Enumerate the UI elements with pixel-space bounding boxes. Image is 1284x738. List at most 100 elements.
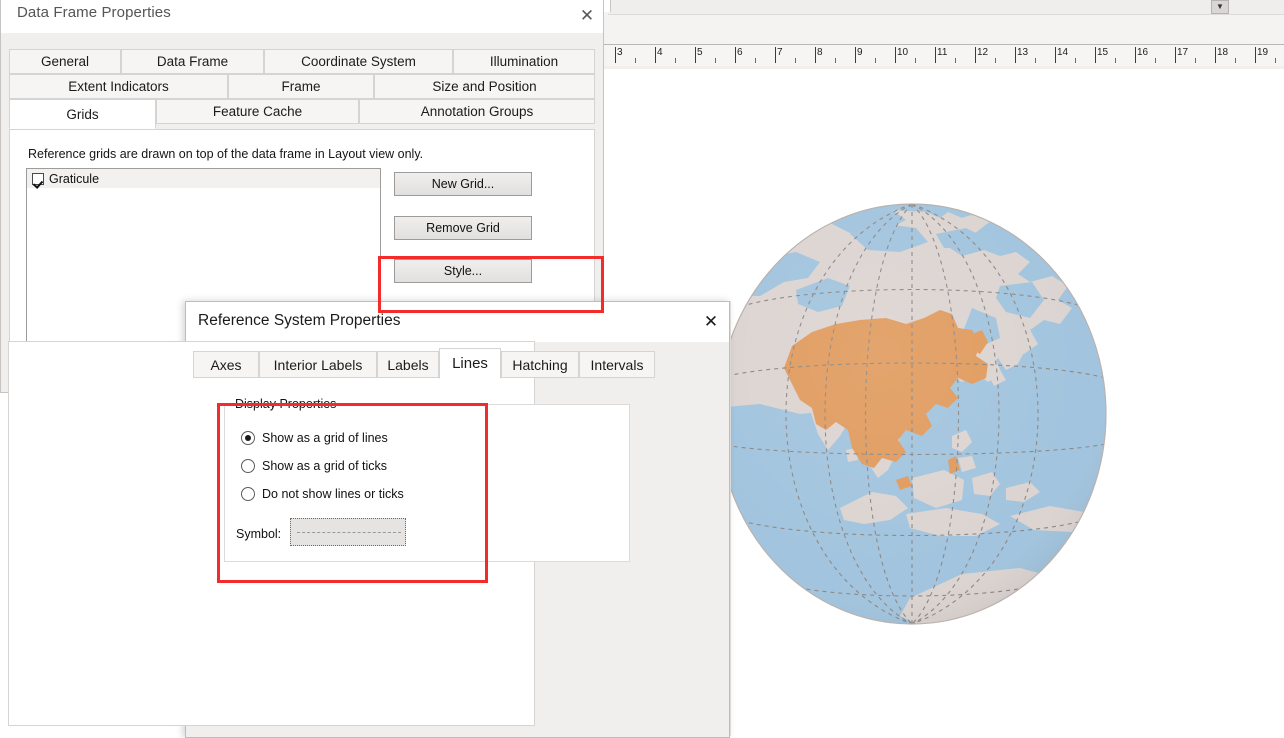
ruler-minor-tick [715, 58, 716, 63]
tab-grids[interactable]: Grids [9, 99, 156, 129]
globe-svg [700, 178, 1120, 658]
dashed-line-icon [297, 532, 401, 533]
radio-show-grid-of-ticks[interactable]: Show as a grid of ticks [241, 459, 387, 473]
ruler-major-tick [895, 47, 896, 63]
remove-grid-button[interactable]: Remove Grid [394, 216, 532, 240]
ruler-major-tick [1175, 47, 1176, 63]
grids-hint-text: Reference grids are drawn on top of the … [28, 147, 423, 161]
radio-icon[interactable] [241, 431, 255, 445]
tab-labels[interactable]: Labels [377, 351, 439, 378]
tab-illumination[interactable]: Illumination [453, 49, 595, 74]
ruler-tick-label: 16 [1137, 47, 1148, 58]
ruler-major-tick [1015, 47, 1016, 63]
ruler-tick-label: 10 [897, 47, 908, 58]
radio-do-not-show-lines-or-ticks[interactable]: Do not show lines or ticks [241, 487, 404, 501]
ruler-major-tick [1135, 47, 1136, 63]
close-icon[interactable]: ✕ [573, 3, 601, 29]
horizontal-ruler[interactable]: 3 4 5 6 7 8 9 10 11 12 13 14 15 16 17 18 19 [604, 44, 1284, 68]
globe-shading [718, 204, 1106, 624]
ruler-minor-tick [635, 58, 636, 63]
ruler-major-tick [655, 47, 656, 63]
ruler-minor-tick [835, 58, 836, 63]
ruler-tick-label: 17 [1177, 47, 1188, 58]
ruler-minor-tick [955, 58, 956, 63]
ruler-tick-label: 12 [977, 47, 988, 58]
new-grid-button[interactable]: New Grid... [394, 172, 532, 196]
ruler-minor-tick [1275, 58, 1276, 63]
ruler-major-tick [855, 47, 856, 63]
ruler-major-tick [615, 47, 616, 63]
list-item[interactable]: Graticule [27, 169, 380, 188]
ruler-major-tick [695, 47, 696, 63]
tab-hatching[interactable]: Hatching [501, 351, 579, 378]
ruler-minor-tick [675, 58, 676, 63]
dialog-title: Reference System Properties [198, 312, 400, 330]
toolbar-grabber[interactable] [604, 0, 611, 12]
ruler-major-tick [815, 47, 816, 63]
ruler-underline [604, 66, 1284, 69]
symbol-preview-button[interactable] [290, 518, 406, 546]
tab-axes[interactable]: Axes [193, 351, 259, 378]
tab-interior-labels[interactable]: Interior Labels [259, 351, 377, 378]
tab-coordinate-system[interactable]: Coordinate System [264, 49, 453, 74]
tab-intervals[interactable]: Intervals [579, 351, 655, 378]
ruler-minor-tick [1075, 58, 1076, 63]
ruler-major-tick [775, 47, 776, 63]
radio-show-grid-of-lines[interactable]: Show as a grid of lines [241, 431, 388, 445]
toolbar-inner-row [608, 0, 1284, 15]
chevron-down-icon[interactable]: ▼ [1211, 0, 1229, 14]
display-properties-group [224, 404, 630, 562]
ruler-minor-tick [915, 58, 916, 63]
symbol-label: Symbol: [236, 527, 281, 541]
ruler-tick-label: 3 [617, 47, 623, 58]
ruler-minor-tick [795, 58, 796, 63]
ruler-tick-label: 7 [777, 47, 783, 58]
ruler-tick-label: 19 [1257, 47, 1268, 58]
ruler-major-tick [975, 47, 976, 63]
tab-frame[interactable]: Frame [228, 74, 374, 99]
ruler-minor-tick [875, 58, 876, 63]
ruler-tick-label: 4 [657, 47, 663, 58]
ruler-tick-label: 15 [1097, 47, 1108, 58]
ruler-minor-tick [1155, 58, 1156, 63]
ruler-minor-tick [1235, 58, 1236, 63]
tab-size-and-position[interactable]: Size and Position [374, 74, 595, 99]
tab-annotation-groups[interactable]: Annotation Groups [359, 99, 595, 124]
ruler-minor-tick [1115, 58, 1116, 63]
close-icon[interactable]: ✕ [698, 310, 724, 334]
ruler-major-tick [935, 47, 936, 63]
radio-icon[interactable] [241, 487, 255, 501]
tab-extent-indicators[interactable]: Extent Indicators [9, 74, 228, 99]
ruler-tick-label: 6 [737, 47, 743, 58]
ruler-major-tick [1095, 47, 1096, 63]
tab-general[interactable]: General [9, 49, 121, 74]
ruler-major-tick [1215, 47, 1216, 63]
tab-lines[interactable]: Lines [439, 348, 501, 379]
ruler-tick-label: 18 [1217, 47, 1228, 58]
display-properties-label: Display Properties [232, 397, 339, 411]
ruler-minor-tick [1035, 58, 1036, 63]
tab-data-frame[interactable]: Data Frame [121, 49, 264, 74]
ruler-tick-label: 13 [1017, 47, 1028, 58]
dialog-title: Data Frame Properties [17, 4, 171, 21]
globe-map[interactable] [700, 178, 1120, 658]
ruler-major-tick [735, 47, 736, 63]
radio-label: Do not show lines or ticks [262, 487, 404, 501]
list-item-label: Graticule [49, 172, 99, 186]
ruler-tick-label: 5 [697, 47, 703, 58]
ruler-tick-label: 8 [817, 47, 823, 58]
ruler-major-tick [1255, 47, 1256, 63]
ruler-minor-tick [995, 58, 996, 63]
tab-feature-cache[interactable]: Feature Cache [156, 99, 359, 124]
radio-label: Show as a grid of lines [262, 431, 388, 445]
graticule-checkbox[interactable] [32, 173, 44, 185]
ruler-minor-tick [755, 58, 756, 63]
ruler-tick-label: 9 [857, 47, 863, 58]
radio-label: Show as a grid of ticks [262, 459, 387, 473]
radio-icon[interactable] [241, 459, 255, 473]
ruler-tick-label: 11 [937, 47, 947, 58]
ruler-minor-tick [1195, 58, 1196, 63]
ruler-major-tick [1055, 47, 1056, 63]
ruler-tick-label: 14 [1057, 47, 1068, 58]
style-button[interactable]: Style... [394, 259, 532, 283]
